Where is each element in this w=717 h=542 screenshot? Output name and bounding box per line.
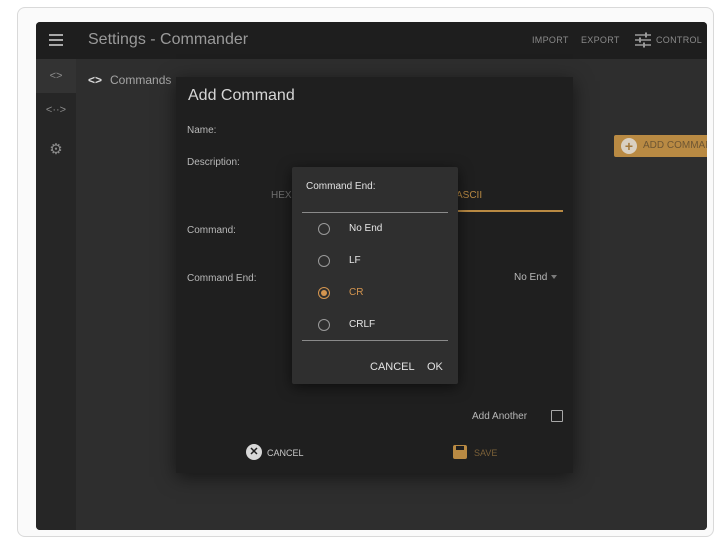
page-title: Settings - Commander xyxy=(88,31,249,48)
breadcrumb-label: Commands xyxy=(110,73,172,87)
popup-divider-bottom xyxy=(302,340,448,341)
command-end-select[interactable]: No End xyxy=(514,272,558,283)
command-end-popup: Command End: No End LF CR CRLF CANCEL OK xyxy=(292,167,458,384)
popup-title: Command End: xyxy=(306,181,376,192)
add-command-button[interactable]: + ADD COMMAND xyxy=(614,135,707,157)
add-another-checkbox[interactable] xyxy=(551,410,563,422)
sliders-icon[interactable] xyxy=(634,31,652,49)
rail-item-settings[interactable]: ⚙ xyxy=(36,133,76,167)
option-label: CRLF xyxy=(349,319,376,330)
radio-selected-icon xyxy=(318,287,330,299)
popup-cancel-button[interactable]: CANCEL xyxy=(370,361,415,373)
option-cr[interactable]: CR xyxy=(318,285,438,301)
close-circle-icon: ✕ xyxy=(246,444,262,460)
save-label: SAVE xyxy=(474,448,498,458)
code-icon: <> xyxy=(88,73,103,87)
command-end-label: Command End: xyxy=(187,273,257,284)
dialog-title: Add Command xyxy=(188,87,295,104)
gear-icon: ⚙ xyxy=(49,141,63,158)
tab-hex[interactable]: HEX xyxy=(271,190,292,201)
description-field[interactable]: Description: xyxy=(187,157,240,168)
code-dots-icon: <··> xyxy=(45,104,67,116)
option-label: No End xyxy=(349,223,383,234)
rail-item-commands[interactable]: <> xyxy=(36,59,76,93)
export-button[interactable]: EXPORT xyxy=(581,35,620,45)
option-label: CR xyxy=(349,287,364,298)
top-bar: Settings - Commander IMPORT EXPORT CONTR… xyxy=(36,22,707,59)
radio-icon xyxy=(318,319,330,331)
radio-icon xyxy=(318,255,330,267)
import-button[interactable]: IMPORT xyxy=(532,35,569,45)
popup-ok-button[interactable]: OK xyxy=(427,361,443,373)
plus-icon: + xyxy=(621,138,637,154)
tab-ascii[interactable]: ASCII xyxy=(456,190,482,201)
popup-divider-top xyxy=(302,212,448,213)
cancel-label: CANCEL xyxy=(267,448,304,458)
option-label: LF xyxy=(349,255,361,266)
name-field[interactable]: Name: xyxy=(187,125,216,136)
command-field[interactable]: Command: xyxy=(187,225,236,236)
caret-down-icon xyxy=(551,275,558,280)
option-no-end[interactable]: No End xyxy=(318,221,438,237)
breadcrumb: <> Commands xyxy=(88,73,171,87)
control-button[interactable]: CONTROL xyxy=(656,35,702,45)
menu-icon[interactable] xyxy=(49,34,63,46)
option-crlf[interactable]: CRLF xyxy=(318,317,438,333)
option-lf[interactable]: LF xyxy=(318,253,438,269)
command-end-value: No End xyxy=(514,272,548,283)
radio-icon xyxy=(318,223,330,235)
add-another-label: Add Another xyxy=(472,411,528,422)
rail-item-connections[interactable]: <··> xyxy=(36,93,76,127)
save-icon xyxy=(453,445,467,459)
add-command-label: ADD COMMAND xyxy=(643,140,707,151)
code-icon: <> xyxy=(49,70,63,82)
left-rail: <> <··> ⚙ xyxy=(36,59,76,530)
